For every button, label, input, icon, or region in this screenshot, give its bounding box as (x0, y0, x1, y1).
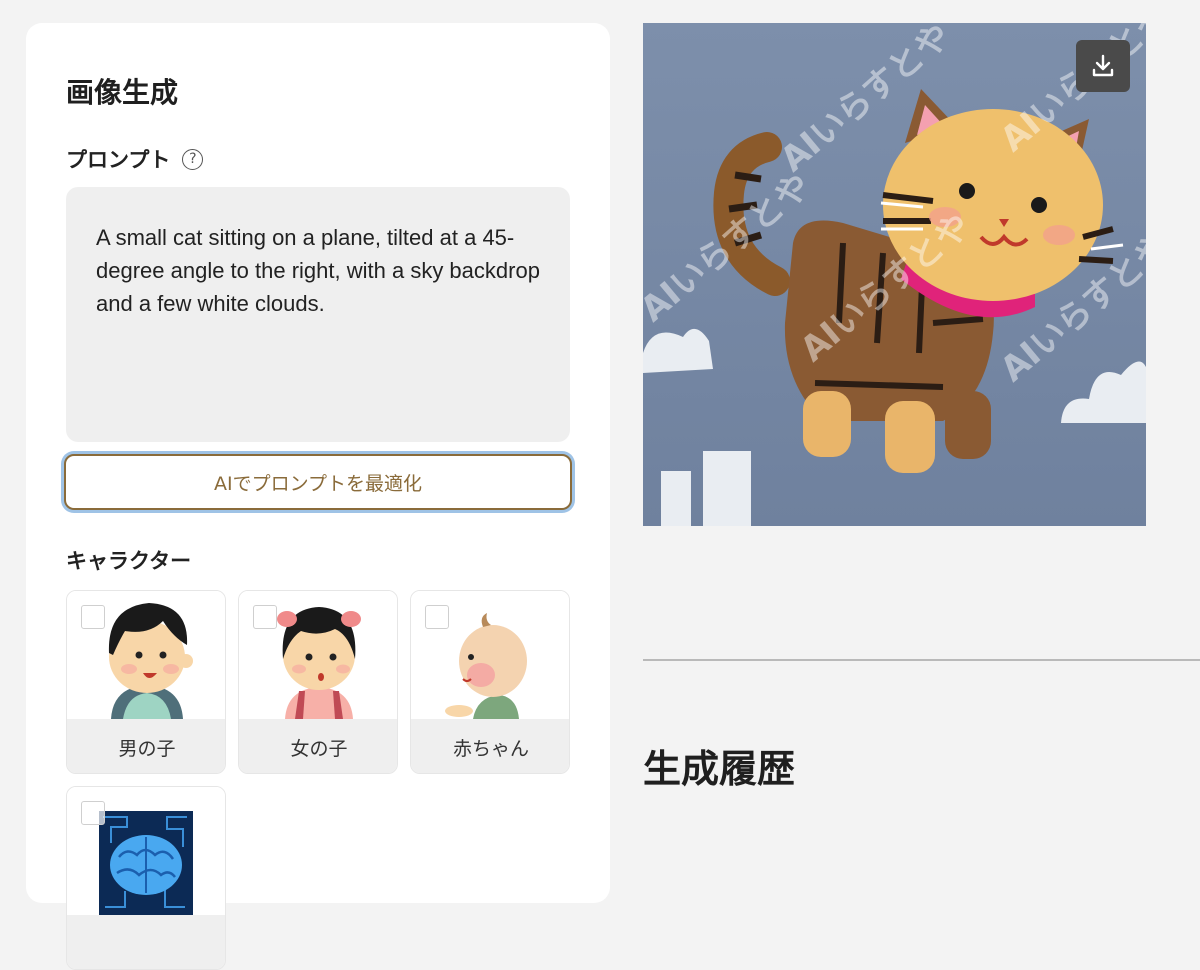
download-button[interactable] (1076, 40, 1130, 92)
character-name: 女の子 (239, 719, 397, 773)
history-title: 生成履歴 (643, 747, 796, 791)
generation-panel: 画像生成 プロンプト ? A small cat sitting on a pl… (26, 23, 610, 970)
cat-illustration: AIいらすとや AIいらすとや AIいらすとや AIいらすとや AIいらすとや (643, 23, 1146, 526)
character-label: キャラクター (66, 545, 191, 575)
checkbox[interactable] (81, 801, 105, 825)
checkbox[interactable] (425, 605, 449, 629)
prompt-textarea[interactable]: A small cat sitting on a plane, tilted a… (66, 187, 570, 442)
optimize-prompt-button[interactable]: AIでプロンプトを最適化 (64, 454, 572, 510)
help-icon[interactable]: ? (182, 148, 204, 170)
character-card-baby[interactable]: 赤ちゃん (410, 590, 570, 774)
generated-image[interactable]: AIいらすとや AIいらすとや AIいらすとや AIいらすとや AIいらすとや (643, 23, 1146, 526)
character-name: 赤ちゃん (411, 719, 569, 773)
panel-title: 画像生成 (66, 76, 179, 109)
prompt-label: プロンプト (66, 148, 171, 172)
checkbox[interactable] (253, 605, 277, 629)
section-divider (643, 659, 1200, 661)
character-card-boy[interactable]: 男の子 (66, 590, 226, 774)
character-name: 男の子 (67, 719, 225, 773)
character-card-girl[interactable]: 女の子 (238, 590, 398, 774)
character-label-text: キャラクター (66, 549, 192, 573)
download-icon (1092, 54, 1114, 77)
character-name (67, 915, 225, 969)
character-card-brain[interactable] (66, 786, 226, 970)
prompt-label-row: プロンプト ? (66, 144, 204, 174)
checkbox[interactable] (81, 605, 105, 629)
